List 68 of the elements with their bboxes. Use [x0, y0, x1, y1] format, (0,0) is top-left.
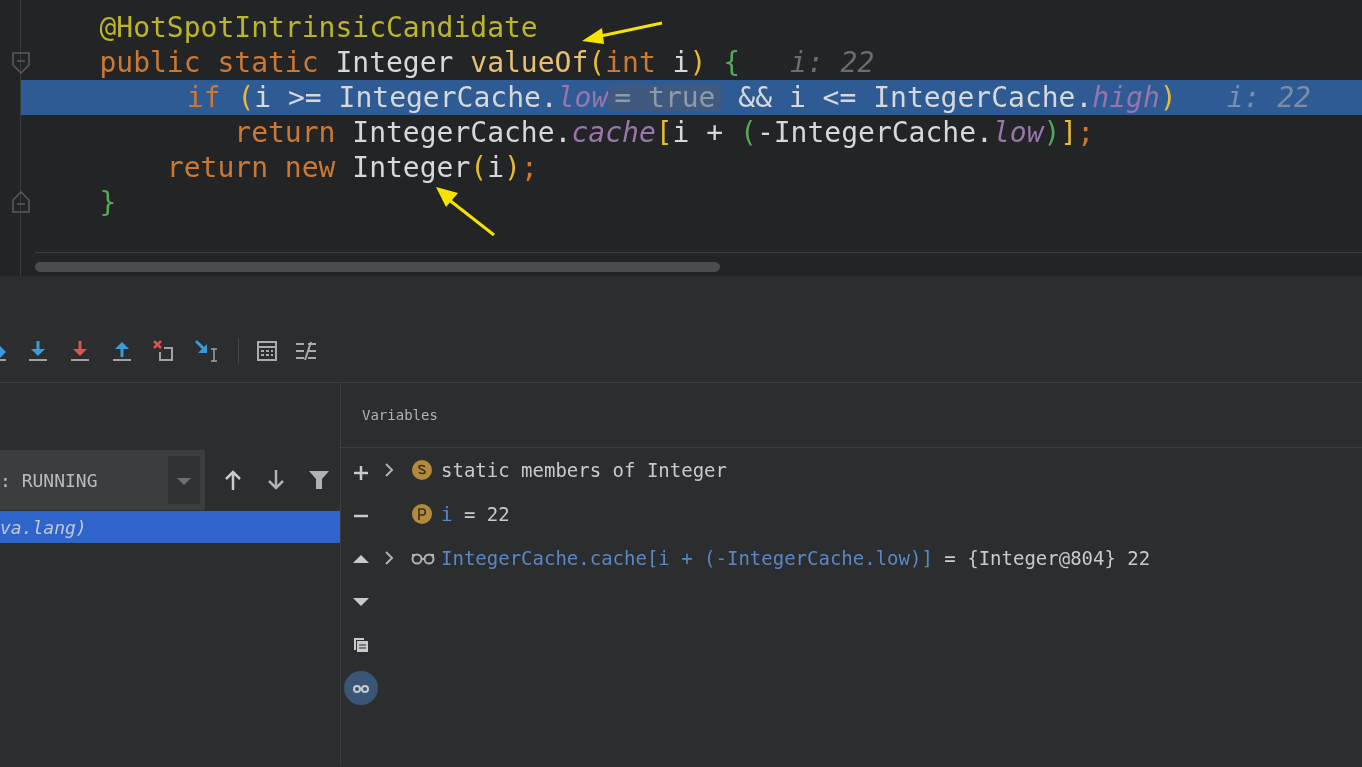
code-text: cache: [571, 114, 656, 151]
frame-item[interactable]: va.lang): [0, 511, 340, 543]
fold-marker-icon[interactable]: [11, 52, 31, 74]
variable-name: static members of Integer: [441, 457, 727, 483]
code-text: i +: [672, 114, 725, 151]
drop-frame-icon[interactable]: [152, 339, 176, 363]
variable-hint: i: 22: [790, 44, 875, 81]
code-text: Integer: [335, 44, 455, 81]
copy-icon[interactable]: [353, 636, 369, 653]
code-text: }: [98, 184, 117, 221]
code-text: (: [588, 44, 606, 81]
variable-value: = 22: [462, 501, 510, 527]
add-icon[interactable]: [353, 464, 369, 481]
code-text: return new: [165, 149, 337, 186]
fold-marker-icon[interactable]: [11, 191, 31, 213]
thread-dropdown[interactable]: : RUNNING: [0, 450, 205, 510]
run-to-cursor-icon[interactable]: [194, 339, 220, 363]
code-text: if: [185, 79, 222, 116]
code-text: return: [233, 114, 337, 151]
code-text: low: [992, 114, 1044, 151]
variable-hint: i: 22: [1226, 79, 1311, 116]
code-text: ;: [520, 149, 538, 186]
parameter-badge-icon: [411, 503, 433, 525]
code-text: ]: [1060, 114, 1078, 151]
code-text: i: [672, 44, 690, 81]
code-text: i >= IntegerCache.: [254, 79, 558, 116]
code-text: valueOf: [470, 44, 589, 81]
inline-value-hint: = true: [608, 84, 722, 111]
code-text: (: [470, 149, 488, 186]
code-text: && i <= IntegerCache.: [737, 79, 1093, 116]
code-text: {: [723, 44, 741, 81]
variable-name: i: [441, 501, 453, 527]
chevron-icon[interactable]: [384, 550, 394, 566]
dropdown-caret-icon[interactable]: [168, 456, 200, 504]
code-text: public static: [98, 44, 320, 81]
static-badge-icon: [411, 459, 433, 481]
code-text: [: [655, 114, 673, 151]
filter-icon[interactable]: [308, 469, 330, 491]
code-text: int: [605, 44, 657, 81]
variable-value: = {Integer@804} 22: [943, 545, 1151, 571]
code-text: (: [237, 79, 255, 116]
code-text: Integer: [352, 149, 471, 186]
panel-title: Variables: [362, 405, 438, 425]
arrow-drawing: [434, 185, 496, 237]
stream-icon[interactable]: [295, 341, 317, 361]
code-text: ): [1159, 79, 1177, 116]
variable-name: IntegerCache.cache[i + (-IntegerCache.low)]: [441, 545, 933, 571]
code-text: ;: [1077, 114, 1095, 151]
horizontal-scrollbar[interactable]: [35, 262, 720, 272]
code-text: i: [487, 149, 505, 186]
step-over-icon[interactable]: [26, 339, 50, 363]
glasses-button[interactable]: [344, 670, 378, 705]
step-out-icon[interactable]: [110, 339, 134, 363]
code-text: @HotSpotIntrinsicCandidate: [98, 9, 538, 46]
code-text: IntegerCache.: [352, 114, 572, 151]
code-text: (: [740, 114, 757, 151]
glasses-icon: [411, 551, 435, 565]
code-text: high: [1092, 79, 1160, 116]
thread-status: : RUNNING: [0, 468, 99, 493]
step-into-icon[interactable]: [68, 339, 92, 363]
chevron-icon[interactable]: [384, 462, 394, 478]
arrow-up-icon[interactable]: [223, 469, 243, 491]
code-text: -IntegerCache.: [756, 114, 993, 151]
code-text: ): [504, 149, 521, 186]
calculator-icon[interactable]: [257, 341, 277, 361]
code-text: low: [557, 79, 609, 116]
arrow-down-icon[interactable]: [266, 469, 286, 491]
code-text: ): [689, 44, 708, 81]
